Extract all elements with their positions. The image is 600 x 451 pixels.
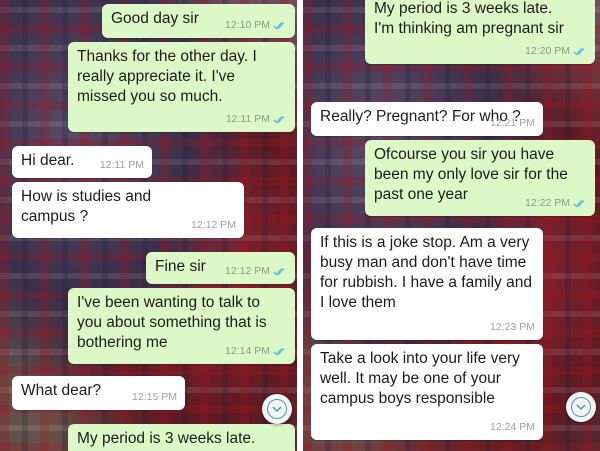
message-time: 12:11 PM [226,109,287,129]
message-bubble-outgoing[interactable]: Ofcourse you sir you have been my only l… [365,140,595,216]
message-bubble-outgoing[interactable]: My period is 3 weeks late. [68,424,295,451]
message-bubble-incoming[interactable]: Take a look into your life very well. It… [311,344,543,440]
scroll-to-bottom-button[interactable] [262,394,292,424]
message-bubble-incoming[interactable]: Hi dear. 12:11 PM [12,146,152,178]
double-check-icon [573,47,585,55]
chevron-down-circle-icon [571,397,591,417]
message-text: My period is 3 weeks late. [77,430,256,447]
message-bubble-incoming[interactable]: If this is a joke stop. Am a very busy m… [311,228,543,340]
message-time: 12:10 PM [225,15,287,35]
left-chat-screenshot: Good day sir 12:10 PM Thanks for the oth… [0,0,297,451]
message-bubble-incoming[interactable]: What dear? 12:15 PM [12,376,185,410]
message-bubble-incoming[interactable]: Really? Pregnant? For who ? 12:21 PM [311,102,543,136]
message-time: 12:14 PM [225,341,287,361]
double-check-icon [573,199,585,207]
double-check-icon [273,347,285,355]
message-text: Thanks for the other day. I really appre… [77,48,257,105]
message-text: What dear? [21,382,102,399]
message-time: 12:12 PM [191,219,236,231]
message-text: If this is a joke stop. Am a very busy m… [320,234,532,311]
message-bubble-incoming[interactable]: How is studies and campus ? 12:12 PM [12,182,244,238]
message-time: 12:21 PM [490,117,535,129]
message-bubble-outgoing[interactable]: Good day sir 12:10 PM [102,4,295,38]
scroll-to-bottom-button[interactable] [566,392,596,422]
chevron-down-circle-icon [267,399,287,419]
message-time: 12:15 PM [132,391,177,403]
message-bubble-outgoing[interactable]: Fine sir 12:12 PM [146,252,295,284]
message-text: Hi dear. [21,152,75,169]
message-text: Good day sir [111,10,199,27]
message-text: Take a look into your life very well. It… [320,350,520,407]
message-time: 12:12 PM [225,261,287,281]
message-text: How is studies and campus ? [21,188,152,225]
message-text: Fine sir [155,258,206,275]
message-time: 12:20 PM [525,41,587,61]
message-time: 12:22 PM [525,193,587,213]
double-check-icon [273,115,285,123]
message-time: 12:11 PM [99,159,144,171]
double-check-icon [273,267,285,275]
right-chat-screenshot: My period is 3 weeks late. I'm thinking a… [303,0,600,451]
double-check-icon [273,21,285,29]
message-bubble-outgoing[interactable]: Thanks for the other day. I really appre… [68,42,295,132]
message-text: My period is 3 weeks late. I'm thinking a… [374,0,564,37]
message-bubble-outgoing[interactable]: My period is 3 weeks late. I'm thinking a… [365,0,595,64]
message-time: 12:24 PM [490,421,535,433]
message-time: 12:23 PM [490,321,535,333]
message-bubble-outgoing[interactable]: I've been wanting to talk to you about s… [68,288,295,364]
